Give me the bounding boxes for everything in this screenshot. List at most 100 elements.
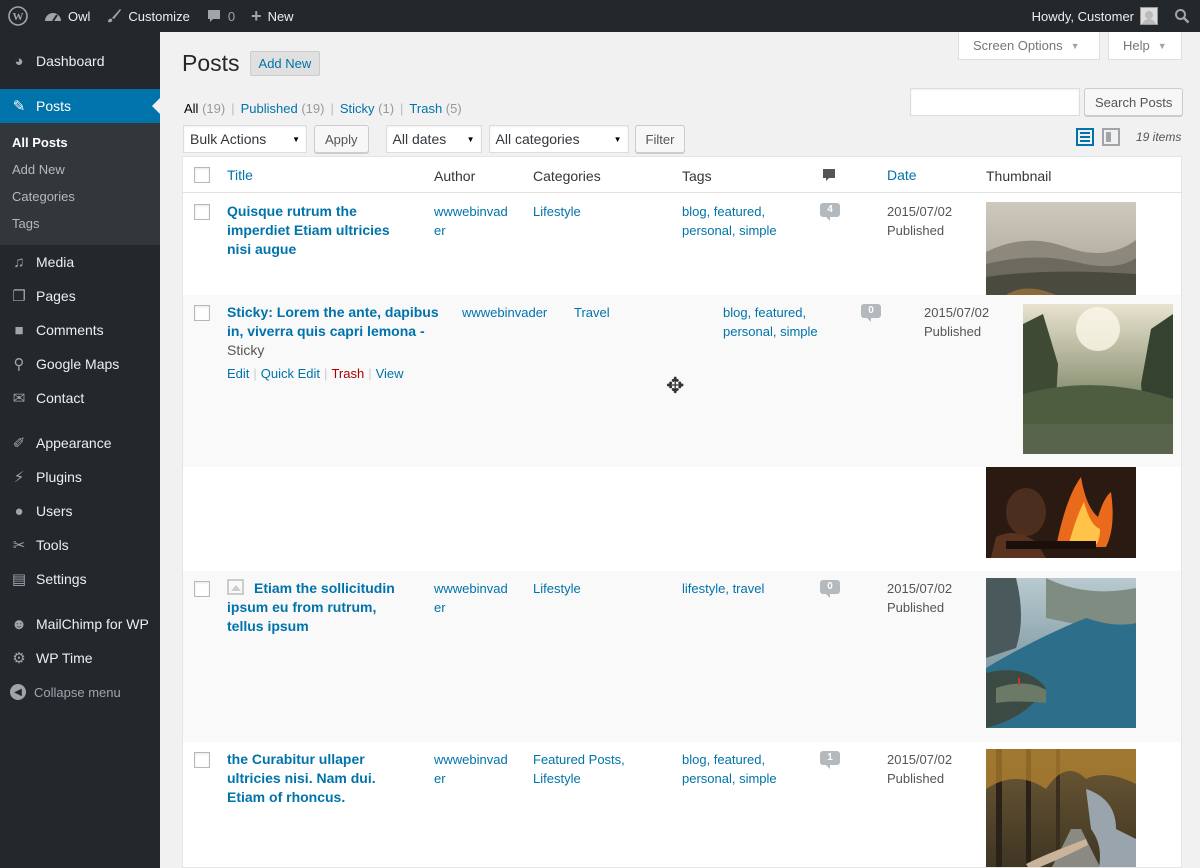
customize-link[interactable]: Customize — [98, 0, 197, 32]
post-title-cell: Sticky: Lorem the ante, dapibus in, viver… — [227, 303, 457, 383]
post-date: 2015/07/02 — [887, 581, 953, 596]
submenu-categories[interactable]: Categories — [0, 183, 160, 210]
view-link[interactable]: View — [376, 366, 404, 381]
post-status: Published — [887, 771, 945, 786]
admin-search[interactable] — [1166, 0, 1200, 32]
collapse-arrow-icon: ◀ — [10, 684, 26, 700]
author-link[interactable]: wwwebinvader — [462, 305, 547, 320]
chevron-down-icon: ▼ — [1157, 40, 1167, 51]
post-title-cell: Etiam the sollicitudin ipsum eu from rutr… — [227, 579, 427, 636]
svg-text:W: W — [13, 11, 24, 23]
view-trash[interactable]: Trash (5) — [409, 101, 461, 116]
list-view-icon[interactable] — [1076, 128, 1094, 146]
tags-link[interactable]: blog, featured, personal, simple — [682, 204, 777, 238]
howdy-text: Howdy, Customer — [1031, 8, 1134, 24]
menu-mailchimp-label: MailChimp for WP — [36, 616, 149, 632]
comment-count-bubble[interactable]: 1 — [820, 751, 840, 769]
row-checkbox[interactable] — [194, 204, 210, 220]
row-checkbox[interactable] — [194, 305, 210, 321]
submenu-add-new[interactable]: Add New — [0, 156, 160, 183]
menu-appearance[interactable]: ✐ Appearance — [0, 426, 160, 460]
tags-link[interactable]: lifestyle, travel — [682, 581, 764, 596]
site-name-menu[interactable]: Owl — [36, 0, 98, 32]
bulk-actions-select[interactable]: Bulk Actions ▼ — [183, 125, 307, 153]
view-published[interactable]: Published (19) — [241, 101, 325, 116]
column-title-header[interactable]: Title — [227, 167, 253, 183]
comments-column-icon[interactable] — [821, 167, 837, 186]
menu-mailchimp[interactable]: ☻ MailChimp for WP — [0, 607, 160, 641]
pages-icon: ❐ — [12, 288, 26, 305]
menu-tools[interactable]: ✂ Tools — [0, 528, 160, 562]
search-posts-button[interactable]: Search Posts — [1084, 88, 1184, 116]
post-date: 2015/07/02 — [887, 752, 953, 767]
menu-plugins-label: Plugins — [36, 469, 82, 485]
apply-button[interactable]: Apply — [314, 125, 369, 153]
media-icon: ♫ — [13, 253, 25, 271]
post-thumbnail-campfire — [986, 467, 1136, 558]
screen-options-label: Screen Options — [973, 38, 1063, 53]
tags-line: blog, featured, — [682, 204, 766, 219]
table-row: Quisque rutrum the imperdiet Etiam ultric… — [183, 194, 1181, 295]
category-filter-select[interactable]: All categories ▼ — [488, 125, 629, 153]
menu-google-maps[interactable]: ⚲ Google Maps — [0, 347, 160, 381]
tags-link[interactable]: blog, featured, personal, simple — [723, 305, 818, 339]
plus-icon: + — [251, 5, 262, 26]
tags-link[interactable]: blog, featured, personal, simple — [682, 752, 777, 786]
help-button[interactable]: Help ▼ — [1108, 32, 1182, 60]
menu-pages[interactable]: ❐ Pages — [0, 279, 160, 313]
menu-plugins[interactable]: ⚡ Plugins — [0, 460, 160, 494]
quick-edit-link[interactable]: Quick Edit — [261, 366, 320, 381]
menu-comments[interactable]: ■ Comments — [0, 313, 160, 347]
excerpt-view-icon[interactable] — [1102, 128, 1120, 146]
author-link[interactable]: wwwebinvader — [434, 581, 508, 615]
post-title-link[interactable]: the Curabitur ullaper ultricies nisi. Nam… — [227, 751, 376, 805]
new-content-menu[interactable]: + New — [243, 0, 302, 32]
menu-users[interactable]: ● Users — [0, 494, 160, 528]
post-title-link[interactable]: Quisque rutrum the imperdiet Etiam ultric… — [227, 203, 390, 257]
post-title-link[interactable]: Sticky: Lorem the ante, dapibus in, viver… — [227, 304, 439, 339]
menu-dashboard[interactable]: ◕ Dashboard — [0, 44, 160, 78]
collapse-menu-button[interactable]: ◀ Collapse menu — [0, 675, 160, 709]
category-link[interactable]: Featured Posts, Lifestyle — [533, 752, 625, 786]
row-checkbox[interactable] — [194, 752, 210, 768]
category-link[interactable]: Lifestyle — [533, 581, 581, 596]
post-date-cell: 2015/07/02 Published — [887, 579, 952, 617]
filter-button[interactable]: Filter — [634, 125, 686, 153]
screen-options-button[interactable]: Screen Options ▼ — [958, 32, 1100, 60]
menu-pages-label: Pages — [36, 288, 76, 304]
comment-count-bubble[interactable]: 4 — [820, 203, 840, 221]
menu-posts[interactable]: ✎ Posts — [0, 89, 160, 123]
category-link[interactable]: Lifestyle — [533, 204, 581, 219]
submenu-tags[interactable]: Tags — [0, 210, 160, 237]
select-all-checkbox[interactable] — [194, 167, 210, 183]
author-link[interactable]: wwwebinvader — [434, 752, 508, 786]
post-date: 2015/07/02 — [924, 305, 990, 320]
post-categories-cell: Lifestyle — [533, 579, 581, 598]
menu-settings[interactable]: ▤ Settings — [0, 562, 160, 596]
author-link[interactable]: wwwebinvader — [434, 204, 508, 238]
wp-logo-menu[interactable]: W — [0, 0, 36, 32]
submenu-all-posts[interactable]: All Posts — [0, 129, 160, 156]
post-title-link[interactable]: Etiam the sollicitudin ipsum eu from rutr… — [227, 579, 395, 634]
view-trash-label: Trash — [409, 101, 443, 116]
view-sticky[interactable]: Sticky (1) — [340, 101, 394, 116]
add-new-button[interactable]: Add New — [249, 51, 321, 76]
edit-link[interactable]: Edit — [227, 366, 249, 381]
trash-link[interactable]: Trash — [331, 366, 364, 381]
column-date-header[interactable]: Date — [887, 167, 917, 183]
comment-icon — [207, 10, 220, 22]
row-checkbox[interactable] — [194, 581, 210, 597]
comment-count-bubble[interactable]: 0 — [820, 580, 840, 598]
comments-link[interactable]: 0 — [198, 0, 243, 32]
date-filter-select[interactable]: All dates ▼ — [385, 125, 482, 153]
my-account-menu[interactable]: Howdy, Customer — [1024, 0, 1166, 32]
post-search-input[interactable] — [910, 88, 1080, 116]
menu-wp-time[interactable]: ⚙ WP Time — [0, 641, 160, 675]
category-link[interactable]: Travel — [574, 305, 610, 320]
view-all[interactable]: All (19) — [184, 101, 225, 116]
menu-contact[interactable]: ✉ Contact — [0, 381, 160, 415]
menu-media[interactable]: ♫ Media — [0, 245, 160, 279]
comment-count-bubble[interactable]: 0 — [861, 304, 881, 322]
page-heading: Posts Add New — [182, 50, 321, 77]
post-thumbnail-mountains — [986, 202, 1136, 295]
